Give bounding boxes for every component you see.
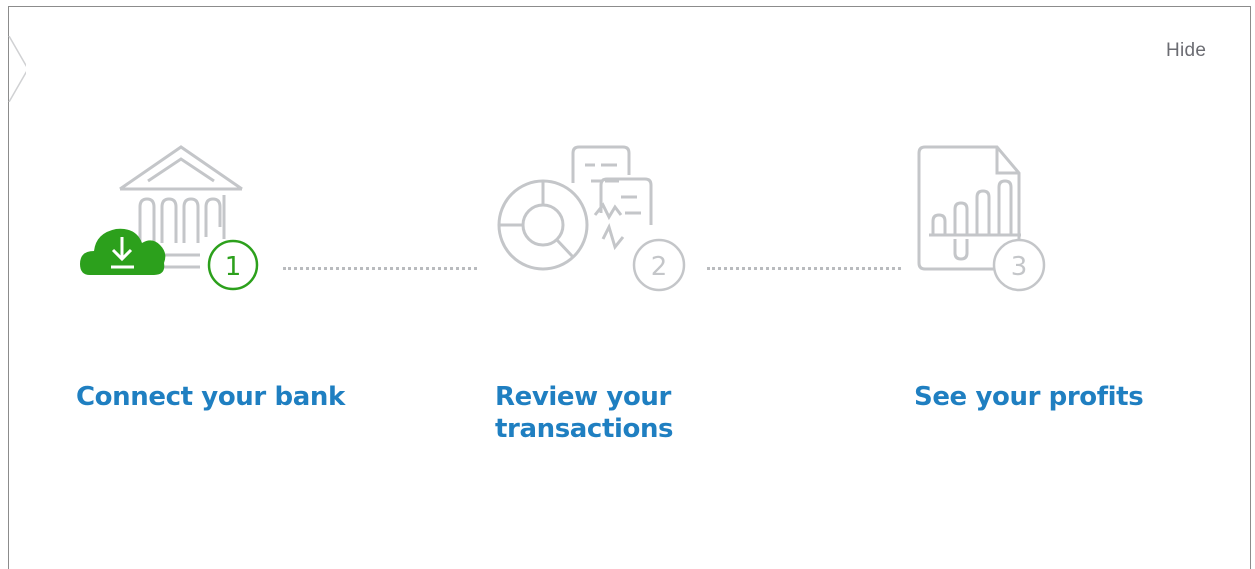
- step-2-badge: 2: [632, 238, 686, 292]
- bank-icon: 1: [80, 145, 259, 291]
- step-2-label[interactable]: Review your transactions: [495, 381, 674, 445]
- step-connector-1: [283, 267, 477, 274]
- step-connector-2: [707, 267, 901, 274]
- step-2-label-line2: transactions: [495, 414, 674, 444]
- hide-link[interactable]: Hide: [1166, 40, 1206, 62]
- step-1-number: 1: [225, 252, 242, 282]
- step-1-label[interactable]: Connect your bank: [76, 381, 345, 413]
- step-3-badge: 3: [992, 238, 1046, 292]
- step-2-number: 2: [651, 252, 668, 282]
- profit-report-icon: 3: [917, 145, 1046, 292]
- chevron-right-icon[interactable]: [0, 36, 26, 102]
- step-3-label[interactable]: See your profits: [914, 381, 1144, 413]
- transactions-review-icon: 2: [497, 145, 686, 292]
- step-2-label-line1: Review your: [495, 382, 671, 412]
- step-3-number: 3: [1011, 252, 1028, 282]
- step-1-badge: 1: [207, 239, 259, 291]
